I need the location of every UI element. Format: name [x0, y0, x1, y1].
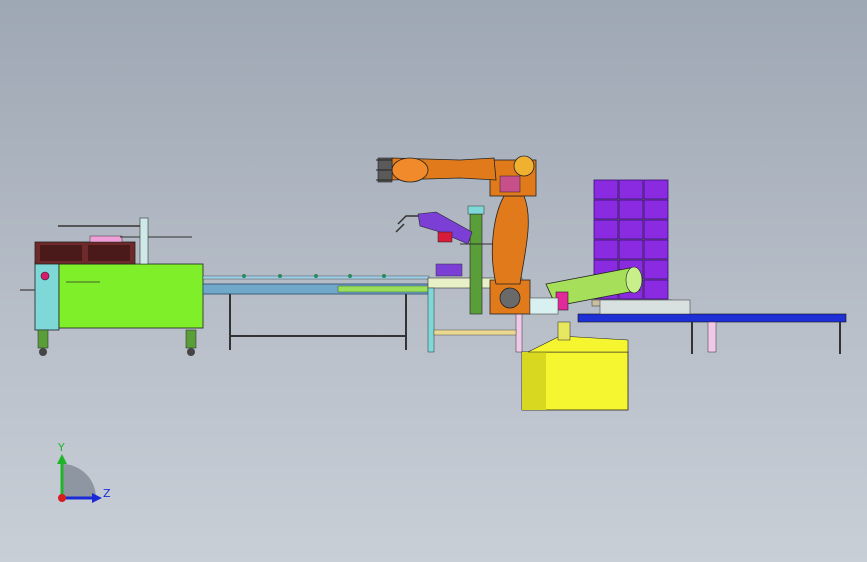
packer-top-window-2 — [88, 245, 130, 261]
yellow-base-shade — [522, 352, 546, 410]
yellow-base-unit[interactable] — [521, 321, 629, 411]
wrapper-cylinder-end — [625, 266, 643, 294]
pallet-carton — [643, 199, 669, 220]
triad-y-label: Y — [58, 441, 65, 454]
conveyor-marker-1 — [242, 274, 246, 278]
assembly-scene[interactable] — [0, 0, 867, 562]
robot-base-joint — [499, 287, 521, 309]
robot-wrist — [391, 157, 429, 183]
transfer-purple-block — [435, 263, 463, 277]
gripper-finger-2 — [395, 223, 405, 233]
packer-leg-right — [185, 329, 197, 349]
pallet-carton — [643, 259, 669, 280]
gantry-post — [469, 213, 483, 315]
packing-machine[interactable] — [20, 217, 204, 356]
cad-viewport[interactable]: Y Z — [0, 0, 867, 562]
wrapper-mount — [529, 297, 559, 315]
pallet-conveyor-belt — [577, 313, 847, 323]
pallet-carton — [618, 199, 644, 220]
purple-gripper-arm[interactable] — [395, 211, 500, 245]
conveyor-marker-3 — [314, 274, 318, 278]
yellow-base-top — [527, 335, 629, 353]
triad-z-label: Z — [103, 487, 111, 500]
packer-body — [58, 263, 204, 329]
pallet-conveyor-frame — [599, 299, 691, 315]
pallet-carton — [643, 279, 669, 300]
packer-leg-left — [37, 329, 49, 349]
gripper-red-block — [437, 231, 453, 243]
conveyor-marker-2 — [278, 274, 282, 278]
packer-arm-post — [139, 217, 149, 265]
robot-shoulder-accent — [499, 175, 521, 193]
yellow-base-post — [557, 321, 571, 341]
pallet-carton — [618, 179, 644, 200]
robot-lower-arm — [491, 195, 529, 285]
packer-wheel-left — [39, 348, 47, 356]
gantry-post-cap — [467, 205, 485, 215]
pallet-carton — [643, 179, 669, 200]
triad-y-arrow — [57, 454, 67, 464]
packer-pink-block — [89, 235, 123, 243]
transfer-crossbar — [433, 329, 517, 336]
triad-x-origin — [58, 494, 66, 502]
triad-arc — [62, 464, 96, 498]
pallet-carton — [618, 239, 644, 260]
pallet-carton — [643, 219, 669, 240]
triad-z-arrow — [92, 493, 102, 503]
conveyor-marker-4 — [348, 274, 352, 278]
main-conveyor[interactable] — [202, 274, 430, 350]
gripper-finger — [397, 215, 418, 225]
packer-top-window — [40, 245, 82, 261]
conveyor-green-section — [337, 285, 429, 293]
robot-shoulder-joint — [513, 155, 535, 177]
conveyor-marker-5 — [382, 274, 386, 278]
pallet-carton — [593, 179, 619, 200]
pallet-carton — [618, 219, 644, 240]
pallet-carton — [593, 239, 619, 260]
pallet-carton — [593, 219, 619, 240]
gantry-column[interactable] — [467, 205, 485, 315]
pallet-carton — [593, 199, 619, 220]
packer-wheel-right — [187, 348, 195, 356]
pallet-conveyor-leg-2 — [707, 321, 717, 353]
packer-emergency-button[interactable] — [40, 271, 50, 281]
transfer-leg-left — [427, 287, 435, 353]
pallet-carton — [643, 239, 669, 260]
axis-triad-icon — [57, 454, 102, 503]
